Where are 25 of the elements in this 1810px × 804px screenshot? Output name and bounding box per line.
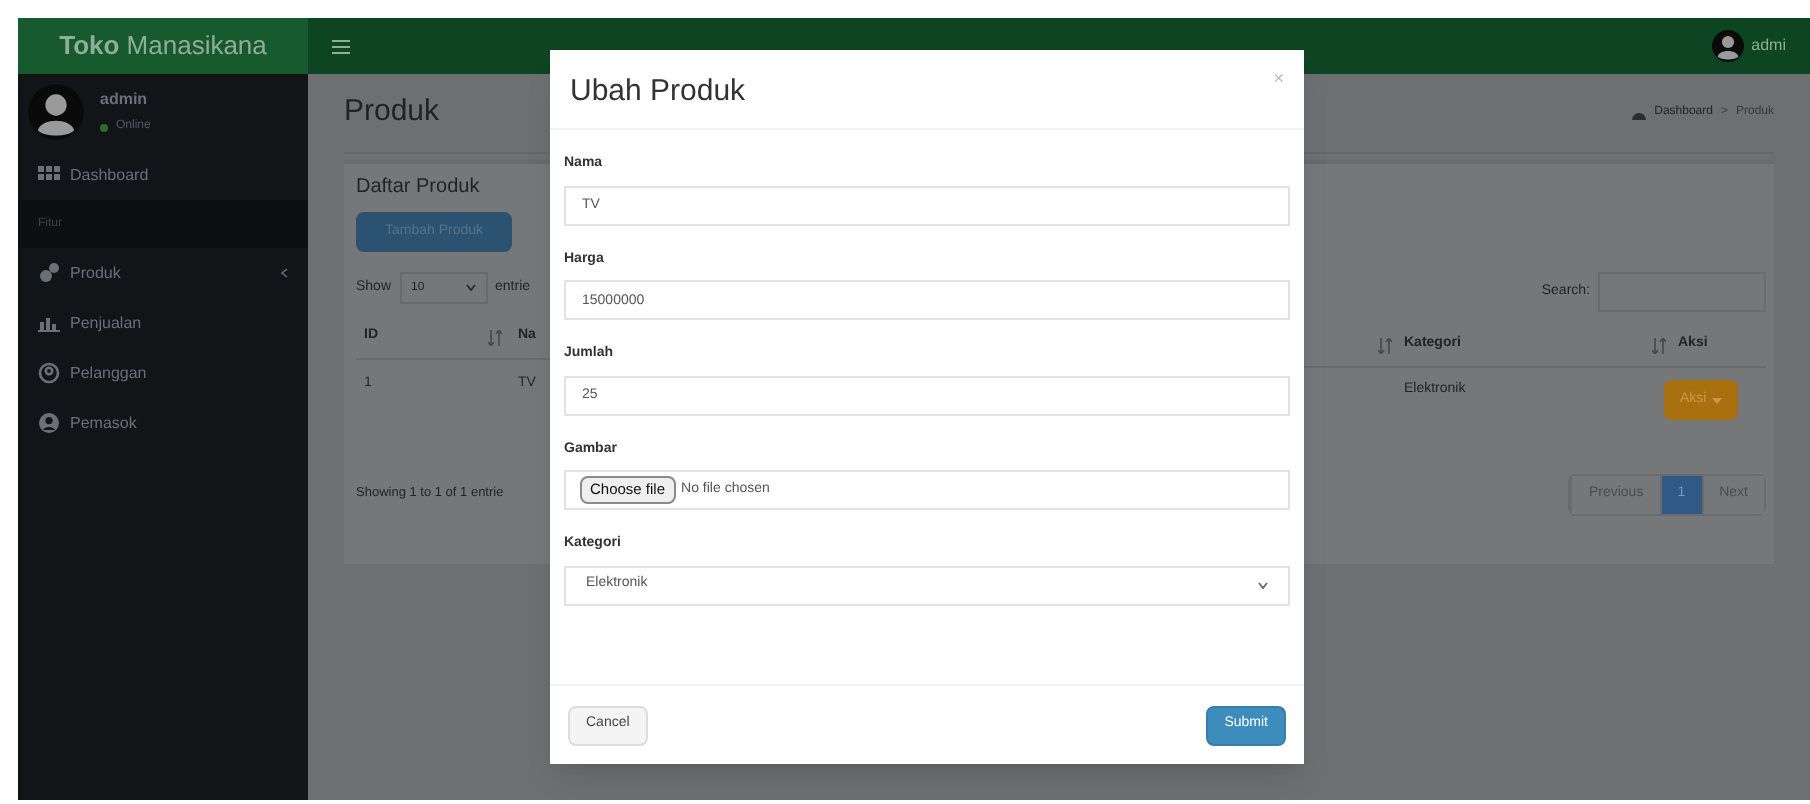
- grid-icon: [38, 164, 60, 186]
- page-title: Produk: [344, 92, 440, 133]
- chevron-down-icon: [1258, 581, 1268, 589]
- sidebar-item[interactable]: Pemasok: [18, 398, 308, 448]
- user-name: admin: [100, 88, 150, 112]
- card-title: Daftar Produk: [356, 174, 482, 202]
- sort-icon: [488, 329, 502, 345]
- user-circle-icon: [38, 362, 60, 384]
- sidebar-item[interactable]: Penjualan: [18, 298, 308, 348]
- close-button[interactable]: ×: [1273, 70, 1284, 88]
- sidebar-item[interactable]: Produk: [18, 248, 308, 298]
- user-name[interactable]: admi: [1751, 34, 1786, 58]
- caret-icon: [1712, 397, 1723, 403]
- chevron-down-icon: [465, 284, 476, 292]
- bar-chart-icon: [38, 312, 60, 334]
- dashboard-icon: [1632, 107, 1647, 119]
- dialog-title: Ubah Produk: [570, 72, 746, 112]
- menu-icon[interactable]: [332, 39, 350, 53]
- user-circle-icon: [38, 412, 60, 434]
- sidebar-item[interactable]: Pelanggan: [18, 348, 308, 398]
- sort-icon: [1652, 337, 1666, 353]
- sidebar-item[interactable]: Dashboard: [18, 150, 308, 200]
- avatar-icon: [1711, 30, 1744, 62]
- sort-icon: [1378, 337, 1392, 353]
- avatar-icon: [28, 84, 84, 140]
